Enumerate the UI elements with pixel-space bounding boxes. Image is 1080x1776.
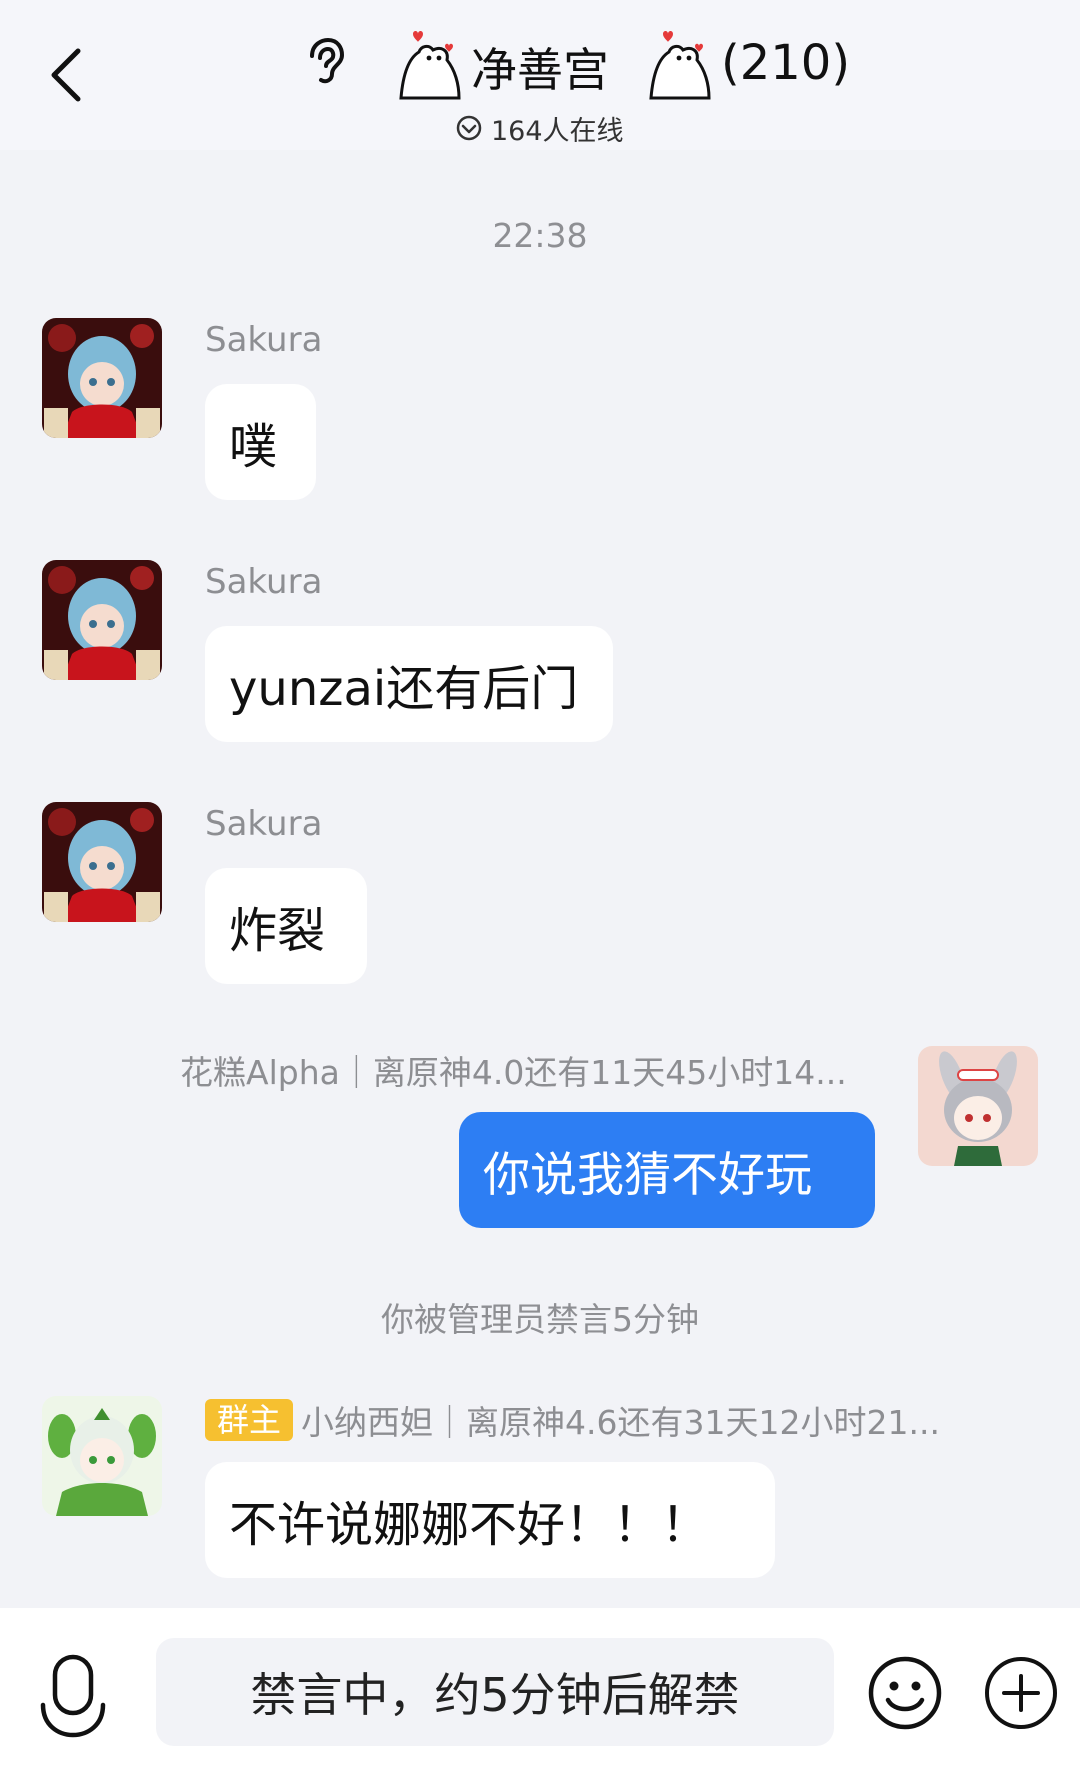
input-bar: 禁言中，约5分钟后解禁 <box>0 1608 1080 1776</box>
message-bubble[interactable]: 噗 <box>205 384 316 500</box>
group-name: 净善宫 <box>471 43 609 97</box>
message-input-muted[interactable]: 禁言中，约5分钟后解禁 <box>156 1638 834 1746</box>
smiley-icon[interactable] <box>866 1654 944 1732</box>
chat-title[interactable]: 净善宫 (210) <box>395 18 850 102</box>
chat-screen: 净善宫 (210) 164人在线 22:38 Sakura 噗 Sakura y… <box>0 0 1080 1776</box>
avatar[interactable] <box>42 1396 162 1516</box>
avatar[interactable] <box>42 802 162 922</box>
mascot-icon <box>399 31 461 100</box>
message-timestamp: 22:38 <box>492 216 588 255</box>
avatar-image <box>42 560 162 680</box>
microphone-icon[interactable] <box>38 1653 108 1743</box>
message-bubble[interactable]: 炸裂 <box>205 868 367 984</box>
sender-name: Sakura <box>205 562 323 602</box>
online-status: 164人在线 <box>455 110 624 147</box>
check-circle-icon <box>456 115 482 141</box>
sender-name: 小纳西妲｜离原神4.6还有31天12小时21... <box>301 1403 940 1442</box>
message-bubble[interactable]: yunzai还有后门 <box>205 626 613 742</box>
mascot-icon <box>649 31 711 100</box>
back-button[interactable] <box>36 40 96 110</box>
avatar-image <box>42 318 162 438</box>
self-avatar[interactable] <box>918 1046 1038 1166</box>
avatar[interactable] <box>42 318 162 438</box>
sender-name: 花糕Alpha｜离原神4.0还有11天45小时14... <box>180 1053 847 1092</box>
message-bubble[interactable]: 不许说娜娜不好！！！ <box>205 1462 775 1578</box>
chat-header: 净善宫 (210) 164人在线 <box>0 0 1080 150</box>
avatar-image <box>918 1046 1038 1166</box>
member-count: (210) <box>721 35 851 91</box>
ear-icon[interactable] <box>302 36 346 86</box>
sender-name: Sakura <box>205 804 323 844</box>
sender-line: 群主 小纳西妲｜离原神4.6还有31天12小时21... <box>205 1396 940 1444</box>
avatar-image <box>42 802 162 922</box>
owner-badge: 群主 <box>205 1399 294 1441</box>
self-message-bubble[interactable]: 你说我猜不好玩 <box>459 1112 875 1228</box>
plus-circle-icon[interactable] <box>982 1654 1060 1732</box>
avatar[interactable] <box>42 560 162 680</box>
sender-name: Sakura <box>205 320 323 360</box>
online-count: 164人在线 <box>491 115 624 147</box>
chevron-left-icon <box>51 48 81 102</box>
avatar-image <box>42 1396 162 1516</box>
system-notice: 你被管理员禁言5分钟 <box>381 1300 699 1339</box>
